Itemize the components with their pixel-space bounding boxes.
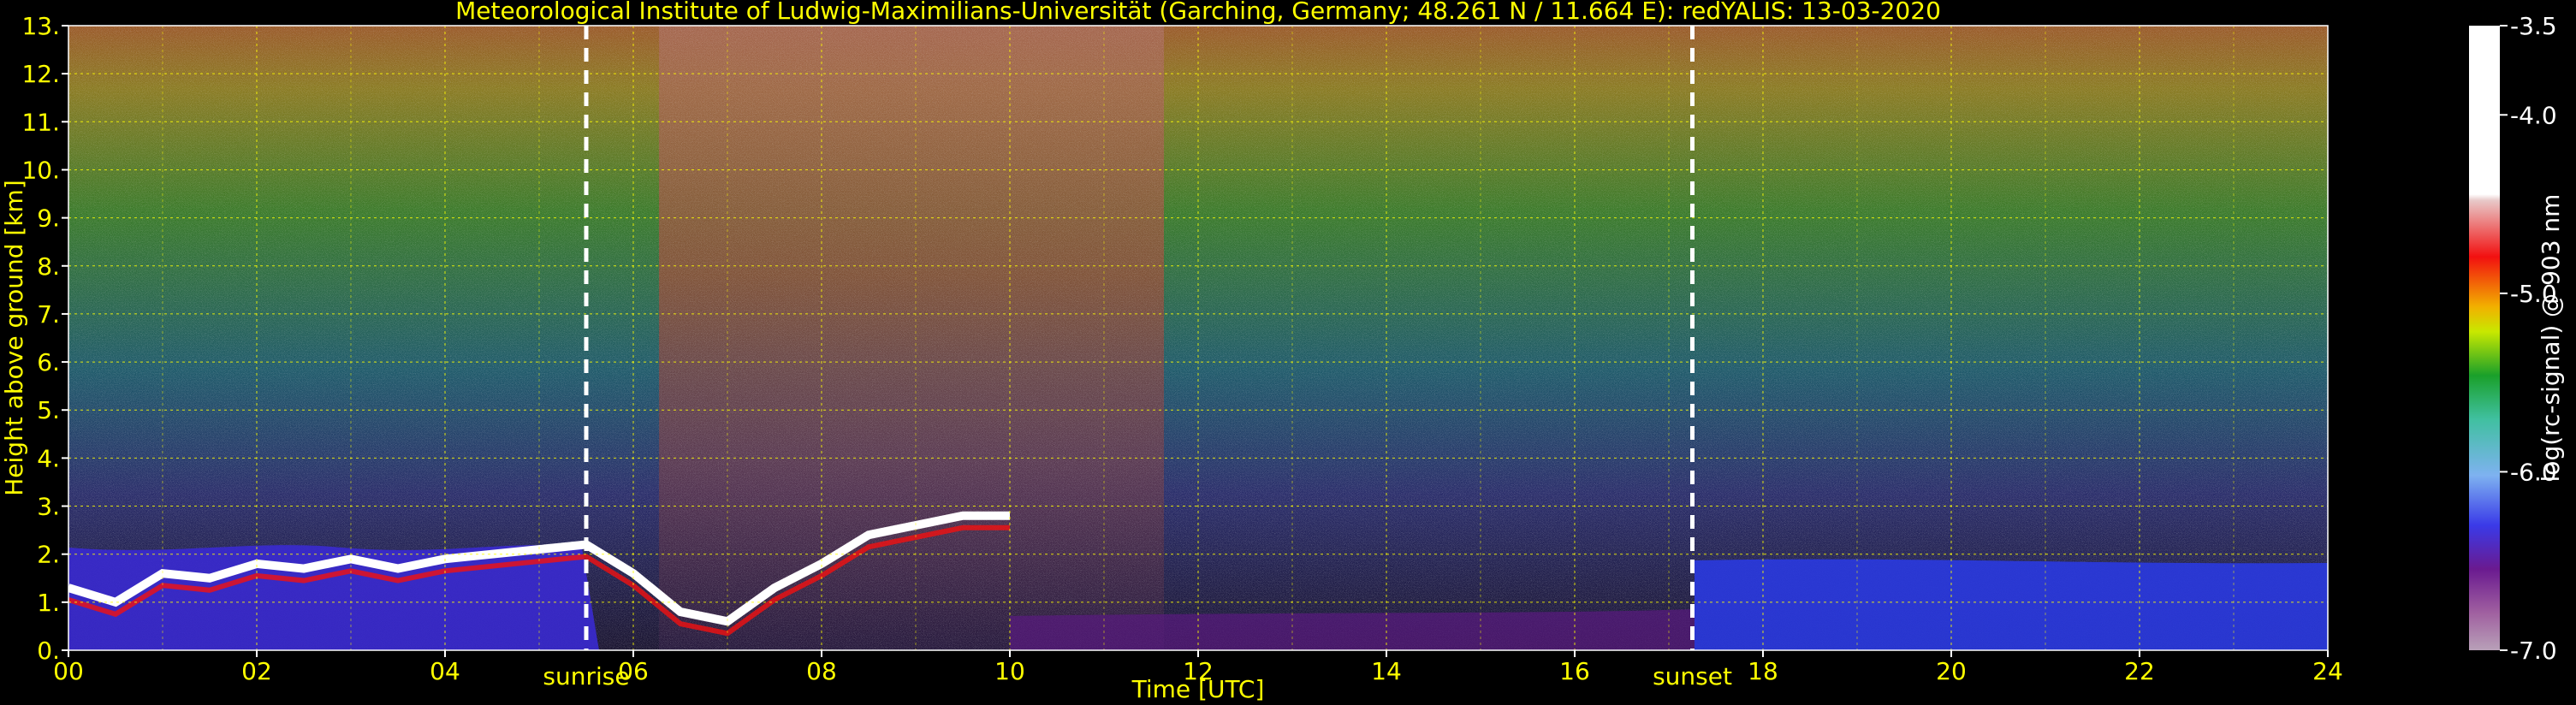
x-tick-label: 16 [1559,657,1590,685]
y-tick-label: 11. [21,108,60,136]
colorbar-tick-label: -4.0 [2510,101,2557,129]
x-tick-label: 18 [1748,657,1778,685]
x-tick-label: 06 [618,657,649,685]
x-tick-label: 10 [994,657,1025,685]
y-tick-label: 13. [21,12,60,40]
colorbar-tick-label: -3.5 [2510,12,2557,40]
y-tick-label: 8. [37,252,60,281]
y-tick-label: 9. [37,204,60,233]
x-tick-label: 08 [806,657,837,685]
y-tick-label: 2. [37,541,60,569]
x-tick-label: 20 [1936,657,1967,685]
chart-title: Meteorological Institute of Ludwig-Maxim… [455,0,1941,25]
sunrise-label: sunrise [543,662,629,690]
backscatter-chart: sunrise sunset 00 02 04 06 08 10 12 14 16 18 20 22 24… [0,0,2565,703]
x-tick-label: 14 [1371,657,1402,685]
y-tick-label: 6. [37,348,60,376]
y-tick-label: 3. [37,493,60,521]
residual-layer-evening [1695,559,2328,650]
colorbar [2469,26,2500,650]
y-tick-label: 1. [37,589,60,617]
colorbar-label: log(rc-signal) @ 903 nm [2537,194,2565,483]
y-tick-label: 5. [37,396,60,424]
x-tick-label: 04 [430,657,460,685]
x-tick-label: 22 [2124,657,2155,685]
x-tick-label: 02 [241,657,272,685]
x-axis-label: Time [UTC] [1131,675,1265,703]
y-tick-label: 4. [37,444,60,472]
y-tick-label: 0. [37,637,60,665]
colorbar-tick-label: -7.0 [2510,637,2557,665]
sunset-label: sunset [1653,662,1732,690]
surface-layer-day [1010,609,1695,650]
x-tick-label: 24 [2312,657,2343,685]
y-axis-label: Height above ground [km] [0,180,28,496]
y-tick-label: 7. [37,300,60,329]
y-tick-label: 12. [21,60,60,88]
